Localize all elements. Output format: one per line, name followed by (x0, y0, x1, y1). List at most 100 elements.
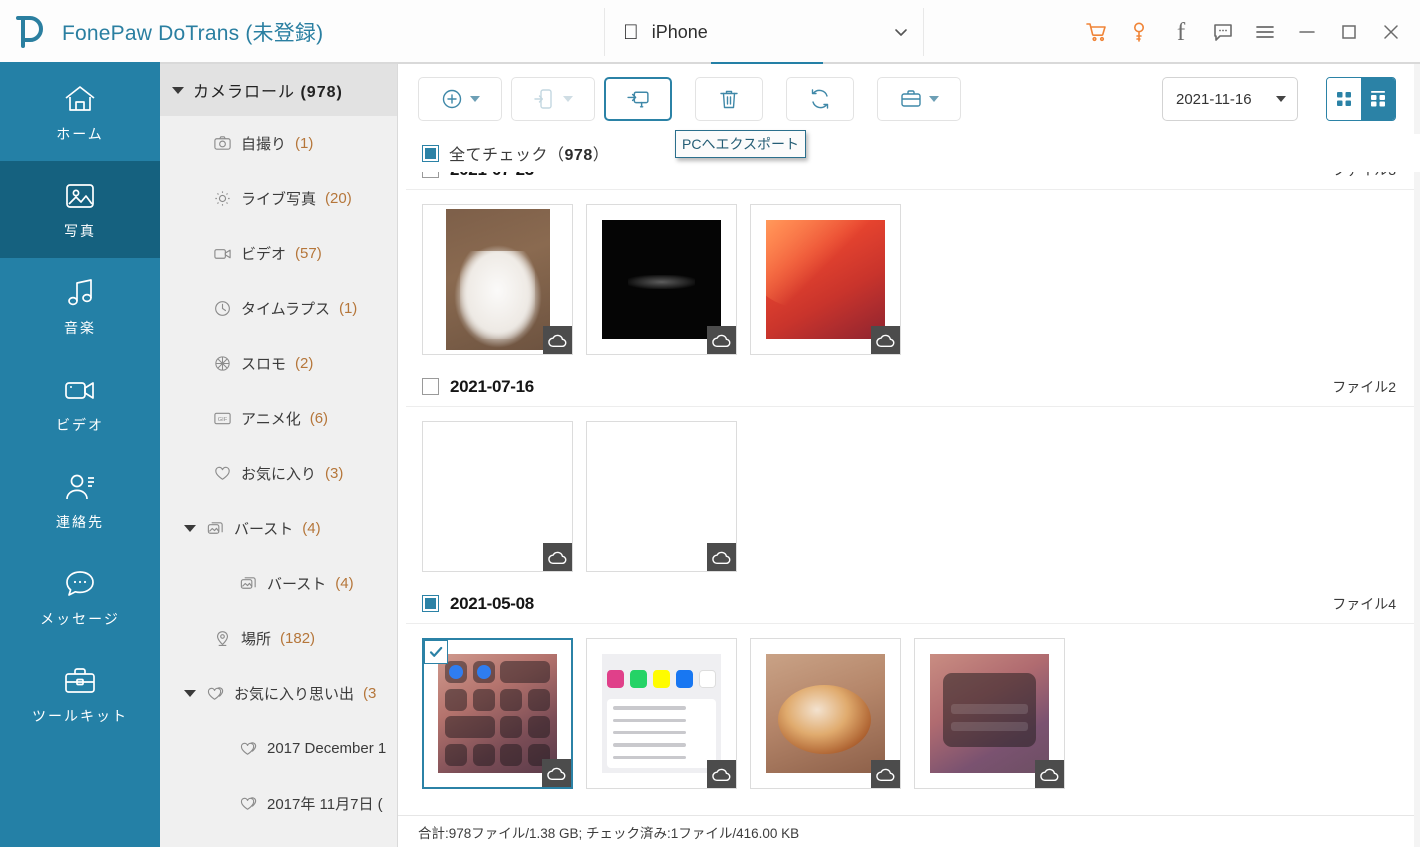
export-to-pc-button[interactable] (604, 77, 672, 121)
tree-item-timelapse[interactable]: タイムラプス (1) (160, 281, 397, 336)
tree-item-count: (4) (302, 520, 321, 537)
group-date: 2021-04-26 (450, 811, 534, 813)
tree-item-favorites[interactable]: お気に入り (3) (160, 446, 397, 501)
group-count: ファイル1 (1332, 811, 1396, 813)
camera-icon (212, 134, 232, 154)
grid-view-button[interactable] (1327, 78, 1361, 120)
group-checkbox[interactable] (422, 595, 439, 612)
export-tooltip: PCへエクスポート (675, 130, 807, 158)
date-filter-value: 2021-11-16 (1176, 90, 1252, 108)
message-icon (60, 566, 100, 602)
sidebar-item-home[interactable]: ホーム (0, 64, 160, 161)
tree-item-animated[interactable]: GIF アニメ化 (6) (160, 391, 397, 446)
device-selector[interactable]:  iPhone (604, 8, 924, 56)
close-icon[interactable] (1370, 11, 1412, 53)
thumbnail-row (406, 624, 1420, 801)
photo-thumbnail[interactable] (586, 421, 737, 572)
group-checkbox[interactable] (422, 378, 439, 395)
heart-icon (212, 464, 232, 484)
app-title: FonePaw DoTrans (未登録) (62, 22, 324, 45)
tree-item-label: バースト (234, 521, 294, 538)
memories-icon (205, 684, 225, 704)
sidebar-item-label: ビデオ (56, 417, 104, 433)
app-brand: FonePaw DoTrans (未登録) (0, 13, 420, 51)
menu-icon[interactable] (1244, 11, 1286, 53)
tree-item-live-photos[interactable]: ライブ写真 (20) (160, 171, 397, 226)
sidebar-item-photos[interactable]: 写真 (0, 161, 160, 258)
device-name: iPhone (636, 21, 708, 42)
check-all-row[interactable]: 全てチェック（978） (398, 134, 1420, 172)
tree-item-count: (3) (325, 465, 344, 482)
memories-icon (238, 739, 258, 759)
sidebar-item-video[interactable]: ビデオ (0, 355, 160, 452)
burst-icon (238, 574, 258, 594)
expand-triangle-icon[interactable] (184, 690, 196, 697)
cart-icon[interactable] (1076, 11, 1118, 53)
sidebar-item-label: ホーム (56, 126, 104, 142)
add-button[interactable] (418, 77, 502, 121)
tree-item-slomo[interactable]: スロモ (2) (160, 336, 397, 391)
slomo-icon (212, 354, 232, 374)
clock-icon (212, 299, 232, 319)
photo-thumbnail[interactable] (914, 638, 1065, 789)
fonepaw-logo-icon (10, 13, 48, 51)
selected-check-icon[interactable] (424, 640, 448, 664)
date-filter-dropdown[interactable]: 2021-11-16 (1162, 77, 1298, 121)
grouped-view-button[interactable] (1361, 78, 1395, 120)
toolkit-button[interactable] (877, 77, 961, 121)
minimize-icon[interactable] (1286, 11, 1328, 53)
tree-item-burst[interactable]: バースト (4) (160, 501, 397, 556)
icloud-badge-icon (542, 759, 571, 787)
tree-item-label: タイムラプス (241, 301, 330, 318)
maximize-icon[interactable] (1328, 11, 1370, 53)
photo-thumbnail[interactable] (750, 204, 901, 355)
group-header[interactable]: 2021-05-08 ファイル4 (406, 584, 1420, 624)
photo-thumbnail[interactable] (422, 638, 573, 789)
photo-thumbnail[interactable] (586, 204, 737, 355)
tree-item-count: (182) (280, 630, 316, 647)
sidebar-item-contacts[interactable]: 連絡先 (0, 452, 160, 549)
tree-item-memory-2017-december[interactable]: 2017 December 1 (160, 721, 397, 776)
photo-thumbnail[interactable] (750, 638, 901, 789)
group-header[interactable]: 2021-07-23 ファイル3 (406, 172, 1420, 190)
facebook-icon[interactable]: f (1160, 11, 1202, 53)
photo-thumbnail[interactable] (586, 638, 737, 789)
group-date: 2021-07-16 (450, 376, 534, 396)
sidebar-item-messages[interactable]: メッセージ (0, 549, 160, 646)
delete-button[interactable] (695, 77, 763, 121)
gif-icon: GIF (212, 409, 232, 429)
chevron-down-icon (563, 96, 573, 102)
tree-root-camera-roll[interactable]: カメラロール (978) (160, 64, 397, 116)
tree-item-count: (3 (363, 685, 377, 702)
photo-thumbnail[interactable] (422, 204, 573, 355)
location-icon (212, 629, 232, 649)
feedback-icon[interactable] (1202, 11, 1244, 53)
photo-grid[interactable]: 2021-07-23 ファイル3 (398, 172, 1420, 812)
photo-thumbnail[interactable] (422, 421, 573, 572)
tree-item-videos[interactable]: ビデオ (57) (160, 226, 397, 281)
group-header[interactable]: 2021-07-16 ファイル2 (406, 367, 1420, 407)
check-all-checkbox[interactable] (422, 144, 439, 162)
tree-item-memory-2017-november[interactable]: 2017年 11月7日 ( (160, 776, 397, 831)
sidebar-item-label: 音楽 (64, 320, 96, 336)
tree-item-burst-child[interactable]: バースト (4) (160, 556, 397, 611)
tree-item-label: スロモ (241, 356, 287, 373)
expand-triangle-icon[interactable] (172, 86, 184, 94)
sidebar-item-music[interactable]: 音楽 (0, 258, 160, 355)
tree-item-places[interactable]: 場所 (182) (160, 611, 397, 666)
group-count: ファイル3 (1332, 172, 1396, 180)
tree-item-count: (1) (338, 300, 358, 317)
vertical-scrollbar[interactable] (1414, 64, 1420, 847)
tree-item-favorite-memories[interactable]: お気に入り思い出 (3 (160, 666, 397, 721)
tree-item-label: お気に入り (241, 466, 317, 483)
check-all-label: 全てチェック（978） (449, 147, 610, 164)
key-icon[interactable] (1118, 11, 1160, 53)
group-count: ファイル4 (1332, 595, 1396, 612)
icloud-badge-icon (543, 326, 572, 354)
group-header[interactable]: 2021-04-26 ファイル1 (406, 801, 1420, 813)
expand-triangle-icon[interactable] (184, 525, 196, 532)
tree-item-selfies[interactable]: 自撮り (1) (160, 116, 397, 171)
group-checkbox[interactable] (422, 172, 439, 178)
refresh-button[interactable] (786, 77, 854, 121)
sidebar-item-toolkit[interactable]: ツールキット (0, 646, 160, 743)
